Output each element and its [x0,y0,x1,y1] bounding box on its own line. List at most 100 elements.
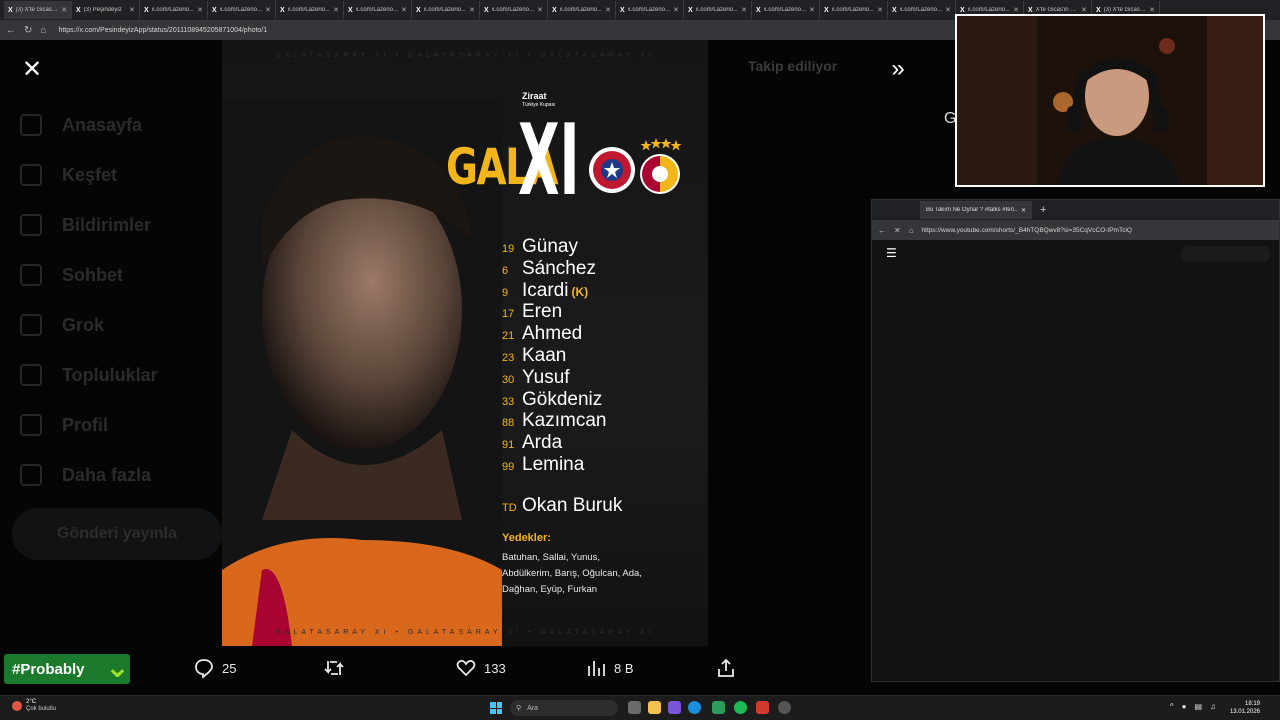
jersey-number: 33 [502,395,515,408]
new-tab-icon[interactable]: + [1040,204,1046,216]
coach-name: Okan Buruk [522,495,623,516]
browser-tab[interactable]: Xx.com/Lazerio… ✕ [480,1,548,19]
app-icon[interactable] [668,701,681,714]
close-tab-icon[interactable]: ✕ [265,6,271,14]
edge-icon[interactable] [688,701,701,714]
windows-taskbar: 2°C Çok bulutlu ⚲ Ara ^ ● ▤ ♫ 18:19 13.0… [0,695,1280,720]
chevron-up-icon[interactable]: ^ [1170,702,1174,711]
browser-tab[interactable]: Xx.com/Lazerio… ✕ [140,1,208,19]
youtube-tab[interactable]: Bu Takım Ne Oynar ? #talks #fen… ✕ [920,201,1032,219]
lineup-row: 30 Yusuf [502,367,606,389]
views-button[interactable]: 8 B [586,658,634,678]
browser-tab[interactable]: Xx.com/Lazerio… ✕ [616,1,684,19]
hamburger-menu-icon[interactable]: ☰ [886,246,897,260]
nav-icon [20,164,42,186]
player-name: Yusuf [522,366,570,388]
home-icon[interactable]: ⌂ [909,226,914,235]
post-button: Gönderi yayınla [12,508,222,560]
file-explorer-icon[interactable] [648,701,661,714]
galatasaray-crest-icon [640,138,682,194]
close-tab-icon[interactable]: ✕ [877,6,883,14]
close-tab-icon[interactable]: ✕ [469,6,475,14]
search-icon: ⚲ [516,705,522,712]
volume-icon[interactable]: ♫ [1210,702,1216,711]
settings-icon[interactable] [778,701,791,714]
browser-tab-label: x.com/Lazerio… [287,7,331,13]
close-tab-icon[interactable]: ✕ [605,6,611,14]
reload-icon[interactable]: ↻ [24,25,32,36]
browser-tab[interactable]: Xx.com/Lazerio… ✕ [548,1,616,19]
close-tab-icon[interactable]: ✕ [809,6,815,14]
like-button[interactable]: 133 [456,658,506,678]
weather-widget[interactable]: 2°C Çok bulutlu [12,699,56,713]
task-view-icon[interactable] [628,701,641,714]
close-tab-icon[interactable]: ✕ [741,6,747,14]
mic-icon[interactable]: ● [1182,702,1187,711]
share-button[interactable] [716,658,736,678]
url-field[interactable]: https://x.com/PesindeyizApp/status/20111… [58,27,267,34]
lineup-row: 6 Sánchez [502,258,606,280]
close-tab-icon[interactable]: ✕ [1013,6,1019,14]
x-logo-icon: X [76,6,81,14]
nav-icon [20,114,42,136]
nav-icon [20,314,42,336]
close-tab-icon[interactable]: ✕ [537,6,543,14]
jersey-number: 17 [502,308,515,321]
back-icon[interactable]: ← [6,25,16,36]
close-tab-icon[interactable]: ✕ [197,6,203,14]
channel-watermark: #Probably ⌄ [4,651,130,684]
home-icon[interactable]: ⌂ [40,25,46,36]
close-tab-icon[interactable]: ✕ [61,6,67,14]
x-nav-label: Bildirimler [62,214,152,235]
lineup-row: 21 Ahmed [502,323,606,345]
reply-button[interactable]: 25 [194,658,236,678]
system-tray: ^ ● ▤ ♫ [1170,702,1216,711]
jersey-number: 9 [502,286,509,299]
spotify-icon[interactable] [734,701,747,714]
stop-icon[interactable]: ✕ [894,226,901,235]
windows-start-icon[interactable] [490,702,502,714]
browser-tab-label: x.com/Lazerio… [151,7,195,13]
browser-tab[interactable]: Xx.com/Lazerio… ✕ [344,1,412,19]
player-name: Sánchez [522,257,596,279]
browser-tab[interactable]: Xx.com/Lazerio… ✕ [820,1,888,19]
youtube-url-field[interactable]: https://www.youtube.com/shorts/_B4hTQBQw… [922,227,1132,234]
player-name: Ahmed [522,323,583,345]
streamer-video [957,16,1263,185]
browser-tab[interactable]: X (3) Peşindeyiz ✕ [72,1,140,19]
close-tab-icon[interactable]: ✕ [673,6,679,14]
temperature: 2°C [26,699,37,705]
close-tab-icon[interactable]: ✕ [1081,6,1087,14]
app-icon[interactable] [712,701,725,714]
close-tab-icon[interactable]: ✕ [333,6,339,14]
x-logo-icon: X [892,6,897,14]
network-icon[interactable]: ▤ [1194,702,1202,711]
jersey-number: 19 [502,243,515,255]
browser-tab[interactable]: Xx.com/Lazerio… ✕ [888,1,956,19]
close-tab-icon[interactable]: ✕ [129,6,135,14]
back-icon[interactable]: ← [878,226,886,235]
chevron-double-right-icon[interactable]: » [884,56,912,84]
x-logo-icon: X [960,6,965,14]
close-icon[interactable]: ✕ [20,58,44,82]
close-tab-icon[interactable]: ✕ [401,6,407,14]
browser-tab[interactable]: X (3) X'te Gicas… ✕ [4,1,72,19]
browser-tab[interactable]: Xx.com/Lazerio… ✕ [276,1,344,19]
repost-button[interactable] [324,658,344,678]
app-icon[interactable] [756,701,769,714]
views-chart-icon [588,661,605,676]
browser-tab[interactable]: Xx.com/Lazerio… ✕ [412,1,480,19]
x-nav-item: Grok [20,300,158,350]
browser-tab[interactable]: Xx.com/Lazerio… ✕ [752,1,820,19]
close-tab-icon[interactable]: ✕ [945,6,951,14]
jersey-number: 6 [502,264,509,277]
jersey-number: 91 [502,439,515,452]
browser-tab-label: x.com/Lazerio… [559,7,603,13]
youtube-search-input[interactable] [1181,246,1271,262]
taskbar-clock[interactable]: 18:19 13.01.2026 [1230,700,1260,716]
taskbar-search[interactable]: ⚲ Ara [510,700,618,716]
browser-tab[interactable]: Xx.com/Lazerio… ✕ [208,1,276,19]
browser-tab[interactable]: Xx.com/Lazerio… ✕ [684,1,752,19]
close-tab-icon[interactable]: ✕ [1021,207,1026,214]
close-tab-icon[interactable]: ✕ [1149,6,1155,14]
